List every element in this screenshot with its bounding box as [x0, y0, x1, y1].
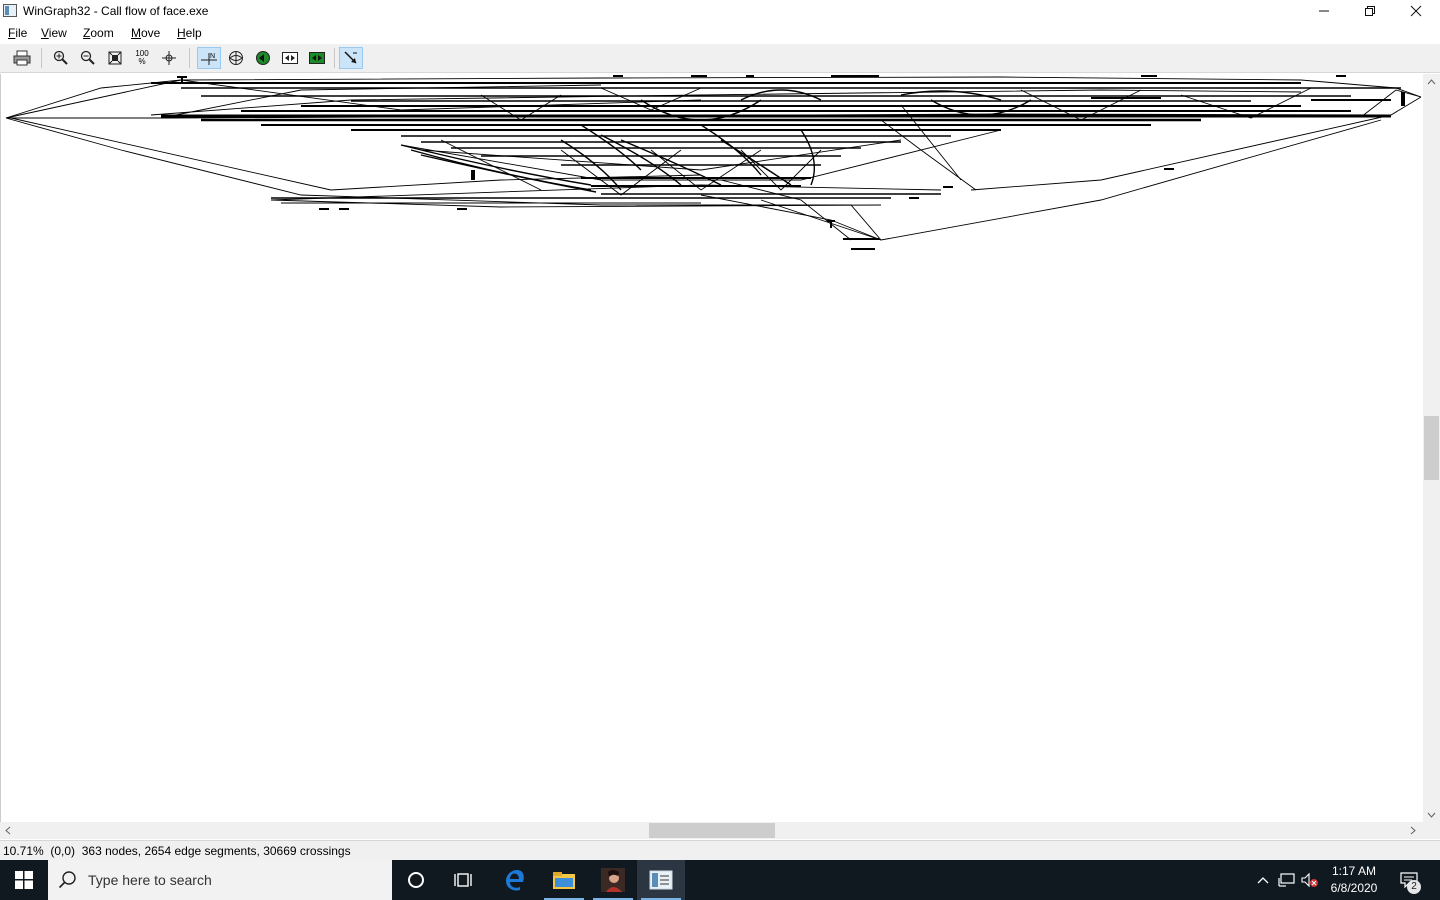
fixed-fisheye-button[interactable] — [305, 47, 329, 69]
cartesian-fisheye-icon — [282, 52, 298, 64]
minimize-button[interactable] — [1301, 0, 1347, 22]
zoom-in-button[interactable] — [49, 47, 73, 69]
clock-date: 6/8/2020 — [1330, 881, 1378, 895]
polar-fisheye-button[interactable] — [251, 47, 275, 69]
edge-browser-icon — [506, 870, 524, 891]
notification-count-badge: 2 — [1407, 880, 1421, 894]
title-bar: WinGraph32 - Call flow of face.exe — [0, 0, 1440, 22]
windows-logo-icon — [15, 871, 33, 889]
cartesian-fisheye-button[interactable] — [278, 47, 302, 69]
status-graph-stats: 363 nodes, 2654 edge segments, 30669 cro… — [81, 844, 351, 858]
vertical-scroll-thumb[interactable] — [1424, 416, 1439, 480]
zoom-out-button[interactable] — [76, 47, 100, 69]
clock-time: 1:17 AM — [1331, 864, 1377, 878]
close-button[interactable] — [1393, 0, 1439, 22]
menu-help[interactable]: Help — [177, 26, 202, 40]
taskbar-search-box[interactable]: Type here to search — [48, 860, 392, 900]
network-icon[interactable] — [1278, 872, 1296, 888]
fixed-fisheye-icon — [309, 52, 325, 64]
restore-icon — [1365, 6, 1375, 16]
minimize-icon — [1319, 10, 1329, 12]
file-explorer-button[interactable] — [540, 860, 588, 900]
volume-muted-icon[interactable] — [1301, 872, 1319, 888]
chevron-up-icon[interactable] — [1254, 872, 1272, 888]
horizontal-scrollbar[interactable] — [0, 822, 1423, 839]
scroll-right-icon[interactable] — [1410, 826, 1416, 838]
horizontal-scroll-thumb[interactable] — [649, 823, 775, 838]
status-zoom: 10.71% — [3, 844, 44, 858]
app-avatar-button[interactable] — [589, 860, 637, 900]
wingraph-app-icon — [649, 870, 673, 890]
fit-graph-button[interactable] — [103, 47, 127, 69]
svg-text:N: N — [210, 53, 215, 60]
close-icon — [1410, 5, 1422, 17]
toolbar: 100 % N — [0, 44, 1440, 73]
app-icon[interactable] — [3, 4, 17, 17]
menu-file[interactable]: File — [8, 26, 27, 40]
zoom-out-icon — [80, 50, 95, 65]
taskbar-clock[interactable]: 1:17 AM 6/8/2020 — [1318, 863, 1390, 897]
folder-icon — [553, 872, 575, 889]
face-app-icon — [601, 868, 625, 892]
window-title: WinGraph32 - Call flow of face.exe — [23, 4, 209, 18]
zoom-100-button[interactable]: 100 % — [130, 47, 154, 69]
task-view-icon — [454, 873, 472, 887]
polar-fisheye-icon — [256, 51, 270, 65]
fit-to-window-icon — [108, 51, 122, 65]
scroll-up-icon[interactable] — [1427, 77, 1436, 88]
search-icon — [58, 871, 76, 889]
follow-edge-button[interactable] — [339, 47, 363, 69]
vertical-scrollbar[interactable] — [1423, 74, 1440, 822]
cortana-button[interactable] — [392, 860, 440, 900]
crosshair-icon — [162, 51, 176, 65]
menu-view[interactable]: View — [41, 26, 67, 40]
status-position: (0,0) — [50, 844, 76, 858]
wingraph-taskbar-button[interactable] — [637, 860, 685, 900]
scroll-left-icon[interactable] — [5, 826, 11, 838]
graph-canvas[interactable] — [0, 74, 1424, 822]
normal-view-icon: N — [201, 53, 217, 65]
scrollbar-corner — [1423, 822, 1440, 839]
status-bar: 10.71% (0,0) 363 nodes, 2654 edge segmen… — [0, 840, 1440, 861]
fisheye-icon — [229, 51, 243, 65]
printer-icon — [13, 50, 31, 66]
fisheye-view-button[interactable] — [224, 47, 248, 69]
center-button[interactable] — [157, 47, 181, 69]
menu-zoom[interactable]: Zoom — [83, 26, 114, 40]
call-flow-graph[interactable] — [1, 74, 1424, 822]
print-button[interactable] — [10, 47, 34, 69]
zoom-in-icon — [53, 50, 68, 65]
pointer-edge-icon — [344, 51, 357, 64]
normal-view-button[interactable]: N — [197, 47, 221, 69]
menu-bar: File View Zoom Move Help — [0, 23, 1440, 43]
edge-browser-button[interactable] — [491, 860, 539, 900]
cortana-circle-icon — [408, 872, 424, 888]
search-placeholder: Type here to search — [88, 872, 212, 888]
start-button[interactable] — [0, 860, 48, 900]
scroll-down-icon[interactable] — [1427, 810, 1436, 821]
restore-button[interactable] — [1347, 0, 1393, 22]
task-view-button[interactable] — [440, 860, 488, 900]
taskbar: Type here to search 1:17 AM 6/8/2020 2 — [0, 860, 1440, 900]
menu-move[interactable]: Move — [131, 26, 160, 40]
